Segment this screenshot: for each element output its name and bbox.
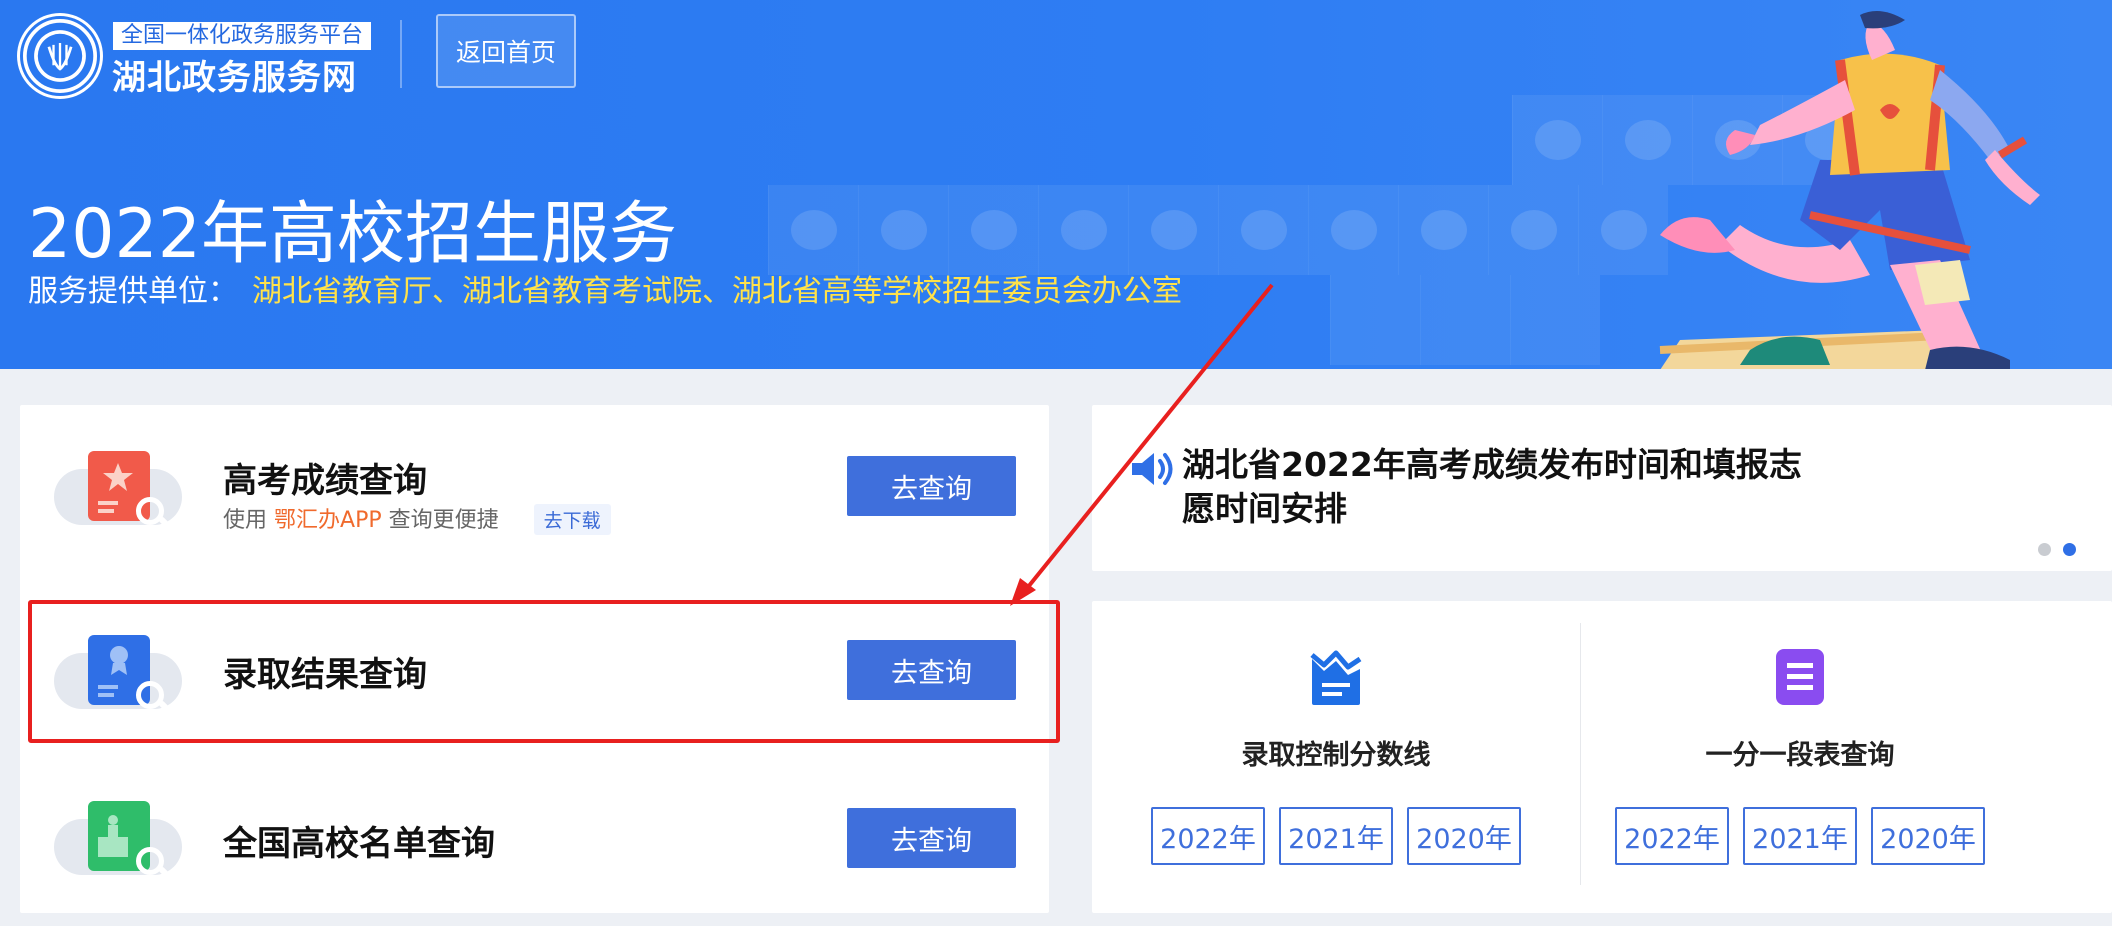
cutoff-chart-icon bbox=[1310, 650, 1362, 705]
service-row-university-list: 全国高校名单查询 去查询 bbox=[20, 773, 1049, 913]
query-button-admission-result[interactable]: 去查询 bbox=[847, 640, 1016, 700]
hint-prefix: 使用 bbox=[223, 508, 268, 533]
service-hint: 使用 鄂汇办APP 查询更便捷 去下载 bbox=[223, 502, 611, 535]
year-buttons: 2022年 2021年 2020年 bbox=[1092, 807, 1580, 865]
notice-line-1: 湖北省2022年高考成绩发布时间和填报志 bbox=[1182, 445, 1802, 484]
provider-line: 服务提供单位： 湖北省教育厅、湖北省教育考试院、湖北省高等学校招生委员会办公室 bbox=[28, 266, 1182, 310]
hint-suffix: 查询更便捷 bbox=[388, 508, 499, 533]
carousel-dot-active[interactable] bbox=[2063, 543, 2076, 556]
admission-cutoff-section: 录取控制分数线 2022年 2021年 2020年 bbox=[1092, 601, 1580, 913]
year-2020-button[interactable]: 2020年 bbox=[1407, 807, 1521, 865]
admission-document-icon bbox=[54, 635, 184, 715]
carousel-dot[interactable] bbox=[2038, 543, 2051, 556]
speaker-icon bbox=[1132, 453, 1173, 485]
decor-tile bbox=[1510, 275, 1600, 365]
decor-tile bbox=[1038, 185, 1128, 275]
section-title: 录取控制分数线 bbox=[1241, 740, 1431, 771]
year-2020-button[interactable]: 2020年 bbox=[1871, 807, 1985, 865]
query-button-university-list[interactable]: 去查询 bbox=[847, 808, 1016, 868]
page-title: 2022年高校招生服务 bbox=[28, 195, 678, 274]
decor-tile bbox=[1330, 275, 1420, 365]
app-name-link[interactable]: 鄂汇办APP bbox=[274, 508, 382, 533]
year-2021-button[interactable]: 2021年 bbox=[1743, 807, 1857, 865]
provider-label: 服务提供单位： bbox=[28, 274, 238, 309]
page: 全国一体化政务服务平台 湖北政务服务网 返回首页 2022年高校招生服务 服务提… bbox=[0, 0, 2112, 926]
decor-tile bbox=[1420, 275, 1510, 365]
year-2021-button[interactable]: 2021年 bbox=[1279, 807, 1393, 865]
service-row-gaokao-score: 高考成绩查询 使用 鄂汇办APP 查询更便捷 去下载 去查询 bbox=[20, 405, 1049, 580]
banner: 全国一体化政务服务平台 湖北政务服务网 返回首页 2022年高校招生服务 服务提… bbox=[0, 0, 2112, 369]
decor-tile bbox=[1308, 185, 1398, 275]
site-logo[interactable] bbox=[20, 16, 100, 96]
site-name[interactable]: 湖北政务服务网 bbox=[112, 50, 357, 99]
emblem-icon bbox=[26, 22, 94, 90]
download-app-button[interactable]: 去下载 bbox=[533, 504, 611, 535]
university-building-icon bbox=[54, 801, 184, 881]
decor-tile bbox=[1398, 185, 1488, 275]
year-2022-button[interactable]: 2022年 bbox=[1615, 807, 1729, 865]
year-buttons: 2022年 2021年 2020年 bbox=[1556, 807, 2044, 865]
decor-tile bbox=[1488, 185, 1578, 275]
score-query-card: 录取控制分数线 2022年 2021年 2020年 一分一段表查询 2022年 … bbox=[1092, 601, 2112, 913]
list-document-icon bbox=[1776, 649, 1824, 705]
service-list-panel: 高考成绩查询 使用 鄂汇办APP 查询更便捷 去下载 去查询 录取结果查询 去查… bbox=[20, 405, 1049, 913]
notice-line-2: 愿时间安排 bbox=[1182, 489, 1347, 528]
year-2022-button[interactable]: 2022年 bbox=[1151, 807, 1265, 865]
student-illustration bbox=[1659, 11, 2040, 369]
section-title: 一分一段表查询 bbox=[1705, 740, 1895, 771]
banner-decor-row-middle bbox=[768, 185, 1668, 275]
header-divider bbox=[400, 20, 402, 88]
banner-decor-row-bottom bbox=[1330, 275, 1600, 365]
service-title: 高考成绩查询 bbox=[223, 461, 427, 501]
query-button-gaokao-score[interactable]: 去查询 bbox=[847, 456, 1016, 516]
carousel-dots bbox=[2038, 543, 2076, 556]
score-distribution-section: 一分一段表查询 2022年 2021年 2020年 bbox=[1556, 601, 2044, 913]
decor-tile bbox=[1128, 185, 1218, 275]
notice-headline[interactable]: 湖北省2022年高考成绩发布时间和填报志 愿时间安排 bbox=[1182, 443, 1882, 531]
decor-tile bbox=[948, 185, 1038, 275]
home-button[interactable]: 返回首页 bbox=[436, 14, 576, 88]
platform-tag: 全国一体化政务服务平台 bbox=[113, 22, 372, 50]
decor-tile bbox=[858, 185, 948, 275]
decor-tile bbox=[1512, 95, 1602, 185]
decor-tile bbox=[1218, 185, 1308, 275]
provider-value: 湖北省教育厅、湖北省教育考试院、湖北省高等学校招生委员会办公室 bbox=[252, 274, 1182, 309]
notice-card[interactable]: 湖北省2022年高考成绩发布时间和填报志 愿时间安排 bbox=[1092, 405, 2112, 571]
decor-tile bbox=[768, 185, 858, 275]
service-row-admission-result: 录取结果查询 去查询 bbox=[20, 595, 1049, 760]
service-title: 录取结果查询 bbox=[223, 655, 427, 695]
score-document-icon bbox=[54, 451, 184, 531]
service-title: 全国高校名单查询 bbox=[223, 824, 495, 864]
